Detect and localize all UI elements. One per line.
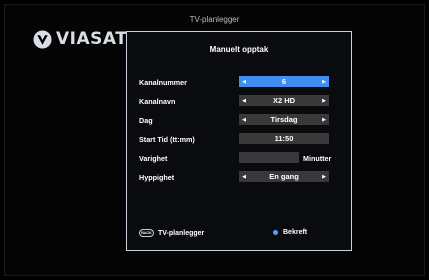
arrow-left-icon[interactable]: ◀	[240, 95, 248, 106]
dialog-title: Manuelt opptak	[209, 45, 269, 54]
arrow-right-icon[interactable]: ▶	[320, 76, 328, 87]
back-button[interactable]: BACK TV-planlegger	[139, 229, 204, 237]
arrow-right-icon[interactable]: ▶	[320, 114, 328, 125]
page-title: TV-planlegger	[189, 15, 240, 24]
back-key-icon: BACK	[139, 229, 154, 237]
start-time-label: Start Tid (tt:mm)	[139, 135, 195, 144]
confirm-label: Bekreft	[283, 229, 308, 236]
channel-number-label: Kanalnummer	[139, 78, 187, 87]
day-label: Dag	[139, 116, 153, 125]
duration-unit: Minutter	[303, 154, 332, 163]
duration-label: Varighet	[139, 154, 168, 163]
brand-name: VIASAT	[56, 29, 128, 49]
start-time-field[interactable]: 11:50	[239, 133, 329, 144]
manual-recording-dialog: Manuelt opptak Kanalnummer ◀ 6 ▶ Kanalna…	[126, 31, 352, 251]
channel-number-field[interactable]: ◀ 6 ▶	[239, 76, 329, 87]
arrow-right-icon[interactable]: ▶	[320, 95, 328, 106]
day-value: Tirsdag	[270, 115, 298, 124]
back-button-label: TV-planlegger	[158, 229, 205, 237]
brand-logo: VIASAT	[33, 29, 127, 49]
frequency-field[interactable]: ◀ En gang ▶	[239, 171, 329, 182]
arrow-left-icon[interactable]: ◀	[240, 114, 248, 125]
channel-name-field[interactable]: ◀ X2 HD ▶	[239, 95, 329, 106]
channel-name-value: X2 HD	[272, 96, 296, 105]
channel-number-value: 6	[281, 77, 287, 86]
arrow-left-icon[interactable]: ◀	[240, 171, 248, 182]
viasat-logo-icon	[33, 29, 52, 49]
arrow-left-icon[interactable]: ◀	[240, 76, 248, 87]
arrow-right-icon[interactable]: ▶	[320, 171, 328, 182]
frequency-label: Hyppighet	[139, 173, 175, 182]
blue-dot-icon	[273, 230, 278, 235]
day-field[interactable]: ◀ Tirsdag ▶	[239, 114, 329, 125]
start-time-value: 11:50	[274, 134, 294, 143]
duration-field[interactable]	[239, 152, 299, 163]
confirm-button[interactable]: Bekreft	[273, 229, 307, 236]
frequency-value: En gang	[269, 172, 299, 181]
channel-name-label: Kanalnavn	[139, 97, 176, 106]
